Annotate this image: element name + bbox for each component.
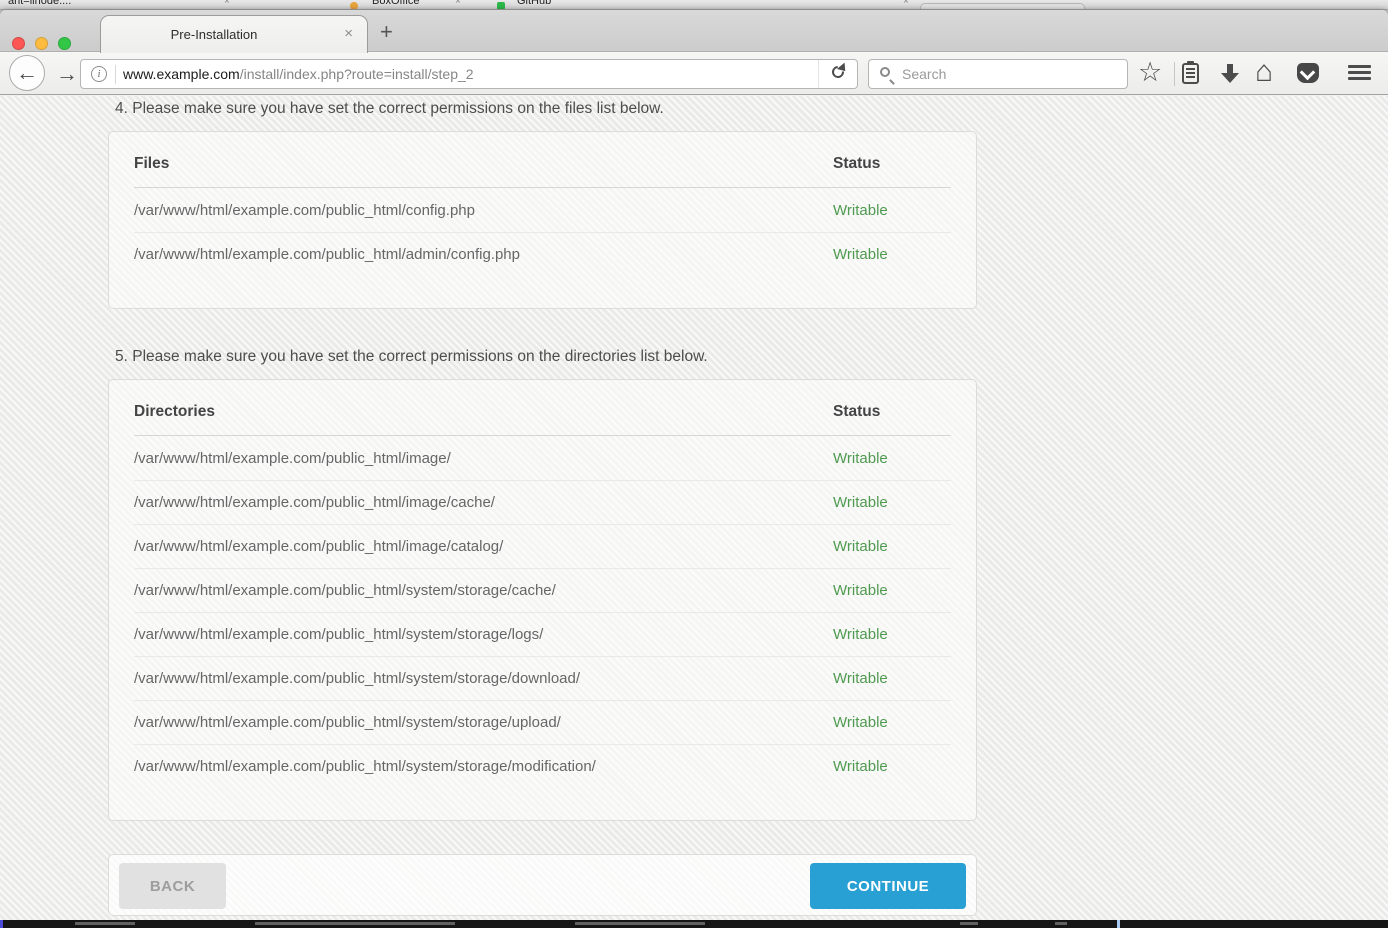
search-input[interactable]: Search: [868, 59, 1128, 89]
status-cell: Writable: [833, 626, 951, 643]
forward-button[interactable]: →: [56, 61, 78, 87]
background-tab-label: GitHub: [517, 0, 551, 7]
tab-close-icon[interactable]: ×: [344, 25, 353, 42]
status-cell: Writable: [833, 714, 951, 731]
close-icon: ×: [224, 0, 230, 7]
back-step-button[interactable]: BACK: [119, 863, 226, 909]
divider: [1174, 62, 1175, 86]
boxoffice-favicon-icon: [350, 2, 358, 10]
continue-button[interactable]: CONTINUE: [810, 863, 966, 909]
files-table-body: /var/www/html/example.com/public_html/co…: [134, 188, 951, 276]
table-row: /var/www/html/example.com/public_html/ad…: [134, 232, 951, 276]
back-arrow-icon: ←: [16, 60, 38, 85]
path-cell: /var/www/html/example.com/public_html/im…: [134, 494, 833, 511]
path-cell: /var/www/html/example.com/public_html/sy…: [134, 582, 833, 599]
url-host: www.example.com: [123, 66, 240, 82]
navigation-toolbar: ← → i www.example.com/install/index.php?…: [0, 52, 1388, 95]
status-cell: Writable: [833, 246, 951, 263]
path-cell: /var/www/html/example.com/public_html/im…: [134, 450, 833, 467]
step5-heading: 5. Please make sure you have set the cor…: [115, 348, 977, 366]
zoom-window-button[interactable]: [58, 37, 71, 50]
downloads-icon[interactable]: [1221, 64, 1239, 84]
text-smudge: [1055, 922, 1067, 925]
background-tab-label: ant=linode....: [8, 0, 71, 7]
terminal-edge-mark: [0, 920, 3, 928]
status-cell: Writable: [833, 670, 951, 687]
tab-bar: Pre-Installation × +: [0, 10, 1388, 52]
search-placeholder: Search: [902, 66, 946, 82]
site-info-icon[interactable]: i: [91, 66, 107, 82]
minimize-window-button[interactable]: [35, 37, 48, 50]
table-row: /var/www/html/example.com/public_html/sy…: [134, 700, 951, 744]
table-row: /var/www/html/example.com/public_html/sy…: [134, 612, 951, 656]
browser-window: Pre-Installation × + ← → i www.example.c…: [0, 10, 1388, 920]
download-arrow-stem: [1227, 64, 1233, 73]
path-cell: /var/www/html/example.com/public_html/sy…: [134, 758, 833, 775]
github-favicon-icon: [497, 2, 505, 10]
url-text: www.example.com/install/index.php?route=…: [123, 66, 474, 82]
status-cell: Writable: [833, 202, 951, 219]
background-window-tabstrip: ant=linode.... × BoxOffice × GitHub ×: [0, 0, 1388, 10]
path-cell: /var/www/html/example.com/public_html/co…: [134, 202, 833, 219]
reload-button[interactable]: [832, 66, 848, 82]
text-smudge: [960, 922, 978, 925]
terminal-edge-mark: [1117, 920, 1120, 928]
table-row: /var/www/html/example.com/public_html/im…: [134, 480, 951, 524]
new-tab-button[interactable]: +: [380, 22, 393, 42]
reading-list-icon[interactable]: [1182, 63, 1199, 84]
files-panel: Files Status /var/www/html/example.com/p…: [108, 131, 977, 309]
table-row: /var/www/html/example.com/public_html/sy…: [134, 744, 951, 788]
divider: [115, 65, 116, 84]
close-icon: ×: [903, 0, 909, 7]
bookmark-star-icon[interactable]: ☆: [1138, 57, 1162, 100]
background-active-tab: [920, 3, 1085, 10]
close-icon: ×: [455, 0, 461, 7]
search-icon: [880, 67, 890, 77]
tab-pre-installation[interactable]: Pre-Installation ×: [100, 15, 368, 53]
status-cell: Writable: [833, 538, 951, 555]
table-row: /var/www/html/example.com/public_html/im…: [134, 436, 951, 480]
status-cell: Writable: [833, 758, 951, 775]
table-row: /var/www/html/example.com/public_html/sy…: [134, 568, 951, 612]
divider: [818, 60, 819, 88]
column-header-status: Status: [833, 155, 951, 173]
text-smudge: [255, 922, 455, 925]
path-cell: /var/www/html/example.com/public_html/sy…: [134, 670, 833, 687]
back-button[interactable]: ←: [9, 55, 45, 91]
column-header-files: Files: [134, 155, 833, 173]
url-path: /install/index.php?route=install/step_2: [240, 66, 474, 82]
table-row: /var/www/html/example.com/public_html/im…: [134, 524, 951, 568]
column-header-status: Status: [833, 403, 951, 421]
directories-panel: Directories Status /var/www/html/example…: [108, 379, 977, 821]
close-window-button[interactable]: [12, 37, 25, 50]
home-icon[interactable]: ⌂: [1255, 55, 1273, 89]
files-table-header: Files Status: [134, 140, 951, 188]
status-cell: Writable: [833, 494, 951, 511]
column-header-directories: Directories: [134, 403, 833, 421]
page-content: 4. Please make sure you have set the cor…: [0, 96, 1388, 920]
background-terminal-strip: [0, 920, 1388, 928]
path-cell: /var/www/html/example.com/public_html/sy…: [134, 626, 833, 643]
tab-title: Pre-Installation: [101, 27, 327, 42]
text-smudge: [75, 922, 135, 925]
step4-heading: 4. Please make sure you have set the cor…: [115, 100, 977, 118]
text-smudge: [575, 922, 705, 925]
actions-panel: BACK CONTINUE: [108, 854, 977, 916]
status-cell: Writable: [833, 450, 951, 467]
pocket-icon[interactable]: [1297, 63, 1319, 83]
table-row: /var/www/html/example.com/public_html/co…: [134, 188, 951, 232]
background-tab-label: BoxOffice: [372, 0, 420, 7]
download-arrow-head: [1221, 73, 1239, 83]
path-cell: /var/www/html/example.com/public_html/im…: [134, 538, 833, 555]
table-row: /var/www/html/example.com/public_html/sy…: [134, 656, 951, 700]
status-cell: Writable: [833, 582, 951, 599]
path-cell: /var/www/html/example.com/public_html/ad…: [134, 246, 833, 263]
url-bar[interactable]: i www.example.com/install/index.php?rout…: [80, 59, 858, 89]
directories-table-body: /var/www/html/example.com/public_html/im…: [134, 436, 951, 788]
menu-icon[interactable]: [1348, 65, 1371, 83]
directories-table-header: Directories Status: [134, 388, 951, 436]
path-cell: /var/www/html/example.com/public_html/sy…: [134, 714, 833, 731]
